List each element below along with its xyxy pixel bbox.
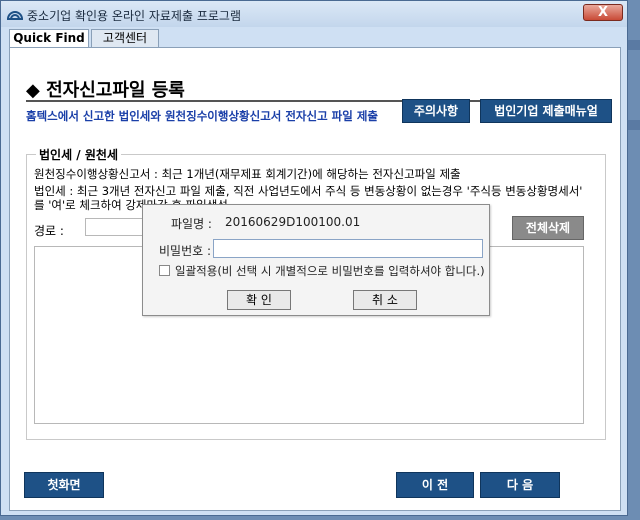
filename-value: 20160629D100100.01 bbox=[225, 215, 361, 229]
group-label: 법인세 / 원천세 bbox=[36, 146, 121, 163]
cancel-button[interactable]: 취 소 bbox=[353, 290, 417, 310]
password-dialog: 파일명 : 20160629D100100.01 비밀번호 : 일괄적용(비 선… bbox=[142, 204, 490, 316]
tab-quick-find[interactable]: Quick Find bbox=[9, 29, 89, 48]
manual-button[interactable]: 법인기업 제출매뉴얼 bbox=[480, 99, 612, 123]
batch-apply-label: 일괄적용(비 선택 시 개별적으로 비밀번호를 입력하셔야 합니다.) bbox=[175, 264, 485, 278]
password-input[interactable] bbox=[213, 239, 483, 258]
tab-customer-center[interactable]: 고객센터 bbox=[91, 29, 159, 47]
info-withholding: 원천징수이행상황신고서 : 최근 1개년(재무제표 회계기간)에 해당하는 전자… bbox=[34, 167, 461, 181]
password-label: 비밀번호 : bbox=[159, 244, 212, 258]
title-bar[interactable]: 중소기업 확인용 온라인 자료제출 프로그램 X bbox=[1, 1, 627, 27]
close-button[interactable]: X bbox=[583, 4, 623, 21]
batch-apply-checkbox[interactable] bbox=[159, 265, 170, 276]
page-subtitle: 홈텍스에서 신고한 법인세와 원천징수이행상황신고서 전자신고 파일 제출 bbox=[26, 109, 378, 123]
window-title: 중소기업 확인용 온라인 자료제출 프로그램 bbox=[27, 9, 241, 23]
path-label: 경로 : bbox=[34, 224, 64, 238]
home-button[interactable]: 첫화면 bbox=[24, 472, 104, 498]
app-logo-icon bbox=[7, 11, 23, 20]
close-icon: X bbox=[597, 5, 609, 20]
filename-label: 파일명 : bbox=[171, 217, 212, 231]
next-button[interactable]: 다 음 bbox=[480, 472, 560, 498]
prev-button[interactable]: 이 전 bbox=[396, 472, 474, 498]
delete-all-button[interactable]: 전체삭제 bbox=[512, 216, 584, 240]
notice-button[interactable]: 주의사항 bbox=[402, 99, 470, 123]
ok-button[interactable]: 확 인 bbox=[227, 290, 291, 310]
path-input[interactable] bbox=[85, 218, 149, 236]
page-title: ◆ 전자신고파일 등록 bbox=[26, 80, 185, 101]
